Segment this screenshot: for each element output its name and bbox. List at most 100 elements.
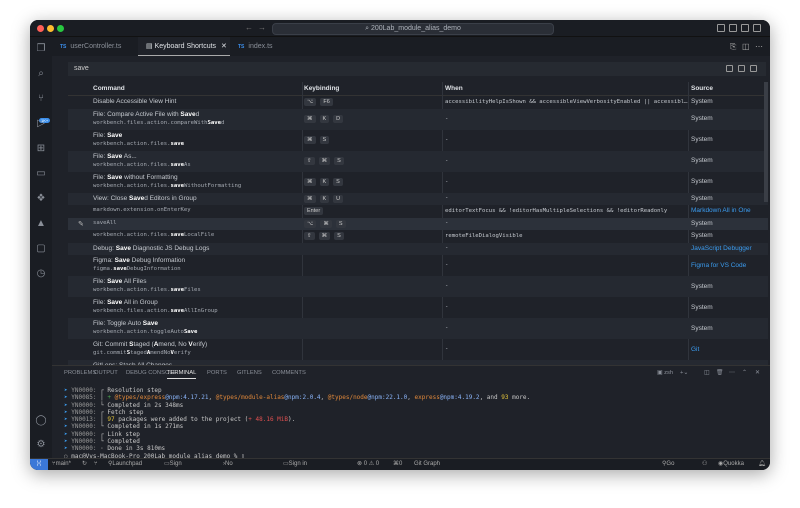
problems-item[interactable]: ⊗ 0 ⚠ 0 bbox=[357, 459, 379, 470]
new-terminal-icon[interactable]: +⌄ bbox=[680, 370, 688, 376]
open-json-icon[interactable]: ⎘ bbox=[730, 42, 736, 52]
forward-arrow-icon[interactable]: → bbox=[258, 23, 266, 32]
source-cell[interactable]: Figma for VS Code bbox=[691, 262, 768, 269]
source-cell[interactable]: Git bbox=[691, 346, 768, 353]
terminal-text: YN0000: bbox=[71, 431, 100, 438]
terminal-shell-label[interactable]: ▣ zsh bbox=[657, 370, 673, 376]
table-row[interactable]: Debug: Save Diagnostic JS Debug Logs-Jav… bbox=[68, 243, 768, 256]
maximize-panel-icon[interactable]: ⌃ bbox=[742, 370, 747, 376]
keybindings-search-input[interactable]: save bbox=[68, 62, 766, 76]
remote-explorer-icon[interactable]: ▭ bbox=[35, 168, 47, 180]
table-row[interactable]: Disable Accessible View Hint⌥F6accessibi… bbox=[68, 96, 768, 109]
remote-indicator-icon[interactable]: ⟩⟨ bbox=[30, 459, 48, 470]
keybinding-cell[interactable]: ⇧⌘S bbox=[304, 232, 444, 240]
split-editor-icon[interactable]: ◫ bbox=[742, 42, 750, 51]
source-control-icon[interactable]: ⑂ bbox=[35, 93, 47, 105]
sync-icon[interactable]: ↻ bbox=[82, 459, 87, 470]
launchpad-item[interactable]: ⚲ Launchpad bbox=[108, 459, 112, 470]
keybinding-cell[interactable]: ⌥⌘S bbox=[304, 220, 444, 228]
table-row[interactable]: ✎saveAll⌥⌘S-System bbox=[68, 218, 768, 231]
minimize-window-button[interactable] bbox=[47, 25, 54, 32]
accounts-icon[interactable]: ⚇ bbox=[702, 459, 707, 470]
table-row[interactable]: File: Toggle Auto Saveworkbench.action.t… bbox=[68, 318, 768, 339]
panel-tab-problems[interactable]: PROBLEMS bbox=[64, 370, 96, 376]
table-row[interactable]: File: Saveworkbench.action.files.save⌘S-… bbox=[68, 130, 768, 151]
table-row[interactable]: File: Save All Filesworkbench.action.fil… bbox=[68, 276, 768, 297]
close-tab-icon[interactable]: ✕ bbox=[221, 43, 227, 50]
table-row[interactable]: File: Compare Active File with Savedwork… bbox=[68, 109, 768, 130]
panel-tab-comments[interactable]: COMMENTS bbox=[272, 370, 306, 376]
keybinding-cell[interactable]: ⌥F6 bbox=[304, 98, 444, 106]
source-cell[interactable]: Markdown All in One bbox=[691, 207, 768, 214]
extensions-icon[interactable]: ⊞ bbox=[35, 143, 47, 155]
more-actions-icon[interactable]: ⋯ bbox=[729, 370, 735, 376]
table-scrollbar[interactable] bbox=[764, 82, 768, 202]
terminal-output[interactable]: ➤ YN0000: ┌ Resolution step➤ YN0085: │ +… bbox=[64, 387, 530, 460]
account-icon[interactable]: ◯ bbox=[35, 415, 47, 427]
comments-icon[interactable]: ▢ bbox=[35, 243, 47, 255]
panel-tab-output[interactable]: OUTPUT bbox=[94, 370, 118, 376]
ports-item[interactable]: ⌘ 0 bbox=[393, 459, 399, 470]
keybinding-cell[interactable]: ⌘S bbox=[304, 136, 444, 144]
command-cell: Figma: Save Debug Informationfigma.saveD… bbox=[93, 257, 301, 272]
gitlens-icon[interactable]: ▲ bbox=[35, 218, 47, 230]
figma-icon[interactable]: ❖ bbox=[35, 193, 47, 205]
table-row[interactable]: File: Save without Formattingworkbench.a… bbox=[68, 172, 768, 193]
title-bar: ← → ⌕ 200Lab_module_alias_demo bbox=[30, 20, 770, 37]
command-center-search[interactable]: ⌕ 200Lab_module_alias_demo bbox=[272, 23, 554, 35]
explorer-icon[interactable]: ❐ bbox=[35, 43, 47, 55]
kill-terminal-icon[interactable]: 🗑 bbox=[716, 370, 723, 376]
back-arrow-icon[interactable]: ← bbox=[245, 23, 253, 32]
toggle-sidebar-icon[interactable] bbox=[717, 24, 725, 32]
search-icon[interactable]: ⌕ bbox=[35, 68, 47, 80]
close-panel-icon[interactable]: ✕ bbox=[755, 370, 760, 376]
keybinding-cell[interactable]: ⌘KU bbox=[304, 195, 444, 203]
text-segment: workbench.action.files. bbox=[93, 183, 170, 189]
terminal-text: ┌ Resolution step bbox=[100, 387, 161, 394]
table-row[interactable]: workbench.action.files.saveLocalFile⇧⌘Sr… bbox=[68, 230, 768, 243]
record-keys-icon[interactable] bbox=[726, 65, 733, 72]
git-graph-item[interactable]: Git Graph bbox=[414, 459, 440, 470]
source-cell[interactable]: JavaScript Debugger bbox=[691, 245, 768, 252]
keybinding-cell[interactable]: ⇧⌘S bbox=[304, 157, 444, 165]
settings-gear-icon[interactable]: ⚙ bbox=[35, 439, 47, 451]
table-row[interactable]: Git: Commit Staged (Amend, No Verify)git… bbox=[68, 339, 768, 360]
gitlens-status-icon[interactable]: ⑂ bbox=[94, 459, 98, 470]
customize-layout-icon[interactable] bbox=[753, 24, 761, 32]
text-segment: Save bbox=[129, 195, 144, 202]
edit-pencil-icon[interactable]: ✎ bbox=[78, 220, 84, 228]
jira-item[interactable]: ▭ Sign in to Jira bbox=[164, 459, 170, 470]
keybinding-cell[interactable]: ⌘KD bbox=[304, 115, 444, 123]
bitbucket-item[interactable]: ▭ Sign in to Bitbucket bbox=[283, 459, 289, 470]
tab-index[interactable]: TSindex.ts bbox=[230, 37, 290, 56]
maximize-window-button[interactable] bbox=[57, 25, 64, 32]
issue-item[interactable]: › No active issue bbox=[223, 459, 225, 470]
table-row[interactable]: Figma: Save Debug Informationfigma.saveD… bbox=[68, 255, 768, 276]
table-row[interactable]: File: Save All in Groupworkbench.files.a… bbox=[68, 297, 768, 318]
close-window-button[interactable] bbox=[37, 25, 44, 32]
keybinding-cell[interactable]: Enter bbox=[304, 207, 444, 215]
notifications-icon[interactable]: 🔔︎ bbox=[758, 459, 766, 470]
run-debug-icon[interactable]: ▷ bbox=[35, 118, 47, 130]
table-row[interactable]: View: Close Saved Editors in Group⌘KU-Sy… bbox=[68, 193, 768, 206]
terminal-text: └ Completed in 1s 271ms bbox=[100, 423, 183, 430]
keybinding-cell[interactable]: ⌘KS bbox=[304, 178, 444, 186]
table-row[interactable]: markdown.extension.onEnterKeyEntereditor… bbox=[68, 205, 768, 218]
toggle-panel-icon[interactable] bbox=[729, 24, 737, 32]
timeline-icon[interactable]: ◷ bbox=[35, 268, 47, 280]
command-cell: markdown.extension.onEnterKey bbox=[93, 207, 301, 213]
clear-search-icon[interactable] bbox=[750, 65, 757, 72]
table-row[interactable]: File: Save As...workbench.action.files.s… bbox=[68, 151, 768, 172]
panel-tab-ports[interactable]: PORTS bbox=[207, 370, 227, 376]
toggle-secondary-sidebar-icon[interactable] bbox=[741, 24, 749, 32]
tab-keyboard-shortcuts[interactable]: ▤ Keyboard Shortcuts✕ bbox=[138, 37, 230, 56]
more-actions-icon[interactable]: ⋯ bbox=[755, 42, 763, 51]
sort-by-precedence-icon[interactable] bbox=[738, 65, 745, 72]
split-terminal-icon[interactable]: ◫ bbox=[704, 370, 709, 376]
quokka-item[interactable]: ◉ Quokka bbox=[718, 459, 723, 470]
go-live-item[interactable]: ⚲ Go Live bbox=[662, 459, 666, 470]
branch-indicator[interactable]: ⑂ main* bbox=[52, 459, 56, 470]
panel-tab-gitlens[interactable]: GITLENS bbox=[237, 370, 262, 376]
tab-user-controller[interactable]: TSuserController.ts bbox=[52, 37, 137, 56]
panel-tab-terminal[interactable]: TERMINAL bbox=[167, 370, 196, 379]
